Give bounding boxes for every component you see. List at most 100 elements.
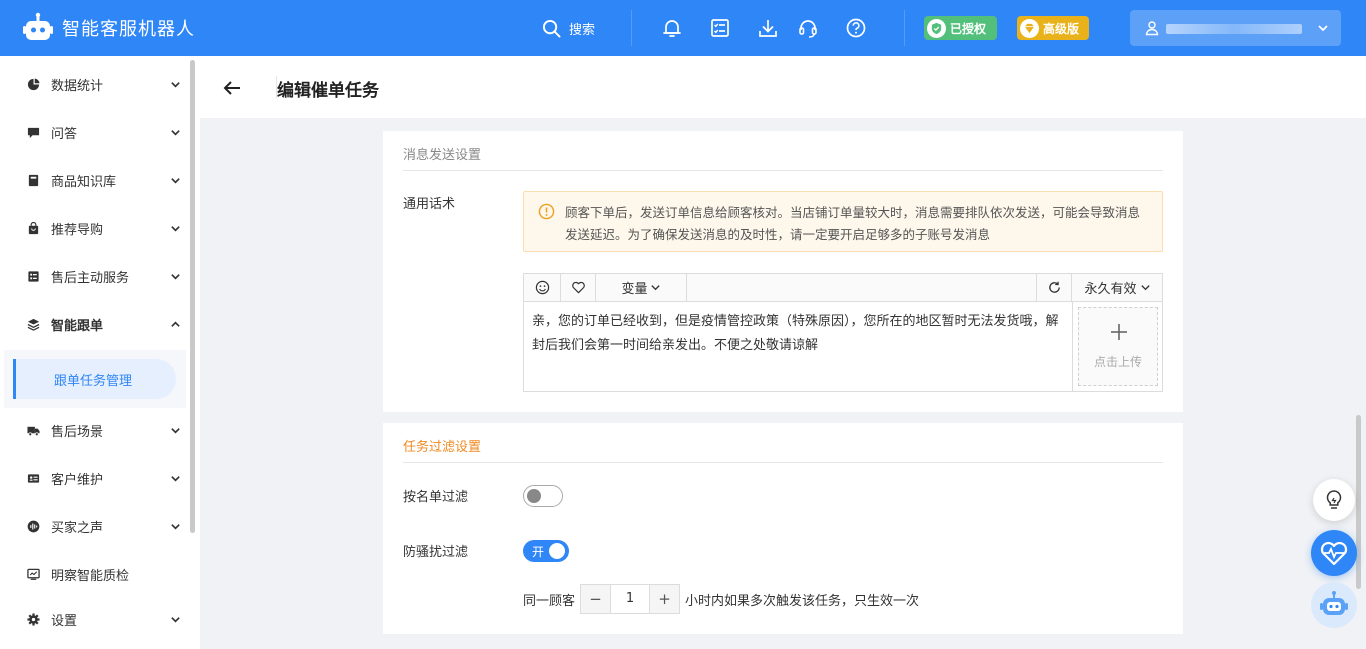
sidebar: 数据统计 问答 商品知识库 推荐导购 售后主动服务 智能跟单 跟单任务管理 售后… [0,56,200,649]
gear-icon [27,612,40,626]
user-menu[interactable] [1130,10,1341,46]
layers-icon [27,318,40,331]
sidebar-subitem-label: 跟单任务管理 [54,374,133,389]
script-content[interactable]: 亲，您的订单已经收到，但是疫情管控政策（特殊原因），您所在的地区暂时无法发货哦，… [532,310,1062,358]
hours-input[interactable]: 1 [610,585,651,613]
monitor-pulse-button[interactable] [1311,530,1357,576]
sidebar-item-label: 客户维护 [51,472,104,488]
freq-prefix: 同一顾客 [523,593,576,609]
chevron-down-icon [171,129,180,136]
book-icon [28,174,39,186]
page-header: 编辑催单任务 [200,56,1366,118]
sidebar-item-quality-inspection[interactable]: 明察智能质检 [0,554,186,594]
sidebar-item-aftersale-service[interactable]: 售后主动服务 [0,256,186,296]
upload-label: 点击上传 [1093,355,1142,369]
search-button[interactable]: 搜索 [542,17,595,39]
username-masked [1166,24,1302,34]
voice-icon [27,520,40,532]
chevron-down-icon [171,225,180,232]
sidebar-item-label: 推荐导购 [51,222,104,238]
checklist-icon[interactable] [709,17,731,39]
chevron-down-icon [171,81,180,88]
sidebar-item-aftersale-scenes[interactable]: 售后场景 [0,410,186,450]
bell-icon[interactable] [661,17,683,39]
chevron-up-icon [171,320,180,327]
pro-version-badge: 高级版 [1017,16,1089,40]
divider [904,10,905,46]
chevron-down-icon [1318,25,1328,32]
increment-button[interactable]: + [650,585,680,613]
upload-area: 点击上传 [1072,302,1162,391]
top-bar: 智能客服机器人 搜索 已授权 高级版 [0,0,1366,56]
app-title: 智能客服机器人 [62,19,195,40]
authorized-badge: 已授权 [924,16,997,40]
sidebar-item-label: 买家之声 [51,520,104,536]
id-card-icon [27,473,40,483]
monitor-icon [27,568,40,580]
common-script-label: 通用话术 [403,197,456,212]
chevron-down-icon [171,475,180,482]
sidebar-subitem-tracking-task-management[interactable]: 跟单任务管理 [13,359,176,399]
search-label: 搜索 [569,22,596,38]
user-icon [1145,21,1159,36]
filter-settings-section: 任务过滤设置 按名单过滤 防骚扰过滤 开 同一顾客 − 1 + 小时内如果多次触… [383,423,1183,634]
divider [631,10,632,46]
download-icon[interactable] [757,17,779,39]
authorized-label: 已授权 [950,21,987,36]
main-scrollbar[interactable] [1356,415,1361,589]
sidebar-item-label: 问答 [51,126,78,142]
chevron-down-icon [171,177,180,184]
upload-button[interactable]: 点击上传 [1078,307,1158,386]
section-title: 消息发送设置 [403,148,482,163]
list-filter-toggle[interactable] [523,485,563,507]
pie-chart-icon [27,77,40,90]
chevron-down-icon [171,273,180,280]
script-editor: 变量 永久有效 亲，您的订单已经收到，但是疫情管控政策（特殊原因），您所在的地区… [523,273,1163,392]
back-arrow-icon[interactable] [222,78,242,98]
frequency-setting: 同一顾客 − 1 + 小时内如果多次触发该任务，只生效一次 [523,584,919,614]
sidebar-item-product-kb[interactable]: 商品知识库 [0,160,186,200]
sidebar-item-smart-tracking[interactable]: 智能跟单 [0,304,186,344]
lightbulb-icon [1326,490,1342,509]
truck-icon [27,426,40,436]
sidebar-item-settings[interactable]: 设置 [0,599,186,639]
variable-label: 变量 [621,282,648,297]
chat-icon [27,127,40,138]
favorite-button[interactable] [561,274,596,301]
tips-button[interactable] [1313,479,1355,521]
assistant-robot-button[interactable] [1311,582,1357,628]
emoji-button[interactable] [524,274,561,301]
smile-icon [535,280,549,295]
sidebar-item-label: 数据统计 [51,78,104,94]
sidebar-item-buyer-voice[interactable]: 买家之声 [0,506,186,546]
decrement-button[interactable]: − [581,585,611,613]
toggle-knob [549,543,565,559]
sidebar-item-qa[interactable]: 问答 [0,112,186,152]
chevron-down-icon [171,427,180,434]
toggle-knob [527,489,541,503]
freq-suffix: 小时内如果多次触发该任务，只生效一次 [685,593,920,609]
variable-dropdown[interactable]: 变量 [596,274,687,301]
harass-filter-toggle[interactable]: 开 [523,540,569,562]
sidebar-item-recommend[interactable]: 推荐导购 [0,208,186,248]
sidebar-item-customer-care[interactable]: 客户维护 [0,458,186,498]
chevron-down-icon [1140,285,1150,291]
editor-toolbar: 变量 永久有效 [524,274,1162,302]
heart-icon [571,281,585,294]
robot-logo-icon [23,12,53,40]
divider [403,462,1163,463]
refresh-icon [1048,281,1060,293]
hours-stepper: − 1 + [580,584,681,614]
bag-icon [28,221,39,234]
toggle-on-label: 开 [532,545,545,559]
sidebar-scrollbar[interactable] [190,60,195,533]
plus-icon [1111,324,1127,340]
help-icon[interactable] [845,17,867,39]
divider [403,170,1163,171]
validity-dropdown[interactable]: 永久有效 [1072,274,1163,301]
headset-icon[interactable] [797,17,819,39]
sidebar-item-data-stats[interactable]: 数据统计 [0,64,186,104]
notice-text: 顾客下单后，发送订单信息给顾客核对。当店铺订单量较大时，消息需要排队依次发送，可… [565,205,1141,242]
refresh-button[interactable] [1036,274,1072,301]
chevron-down-icon [171,523,180,530]
